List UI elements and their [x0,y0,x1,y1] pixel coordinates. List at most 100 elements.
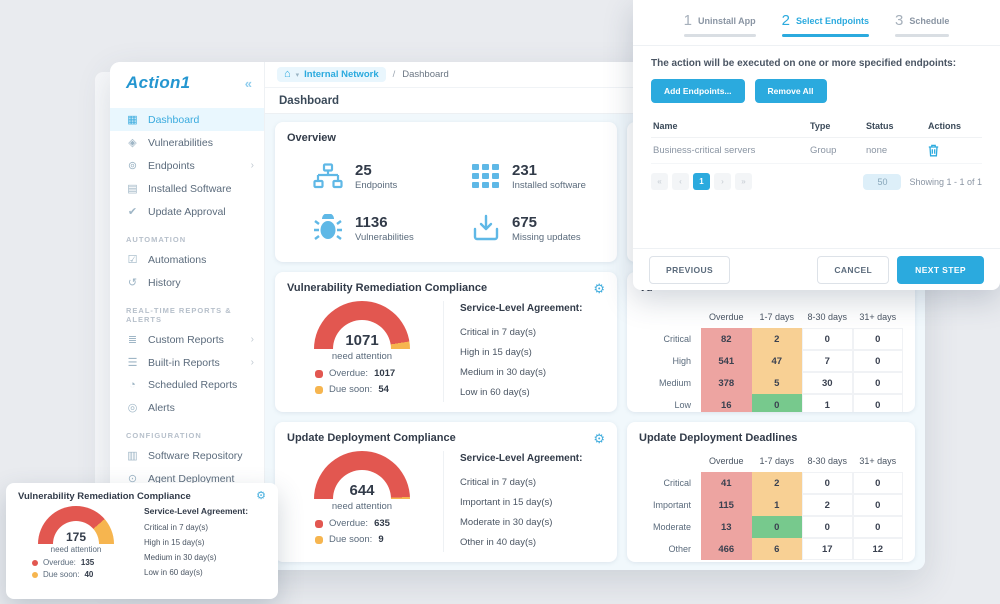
sidebar-item-dashboard[interactable]: ▦ Dashboard [110,108,264,131]
pagination-first-button[interactable]: « [651,173,668,190]
compliance-gauge: 644 [314,451,410,499]
endpoint-status: none [866,145,928,156]
row-label: Moderate [639,516,701,538]
sidebar-item-update-approval[interactable]: ✔ Update Approval [110,200,264,223]
sidebar-item-label: Endpoints [148,160,195,172]
column-header: Name [653,121,810,131]
bug-icon [313,214,343,242]
red-dot-icon [32,560,38,566]
cancel-button[interactable]: CANCEL [817,256,889,284]
sla-heading: Service-Level Agreement: [460,303,605,314]
sla-item: Low in 60 day(s) [460,382,605,402]
sidebar-item-automations[interactable]: ☑ Automations [110,248,264,271]
heatmap-cell: 0 [853,472,904,494]
sidebar-item-built-in-reports[interactable]: ☰ Built-in Reports › [110,351,264,374]
sla-item: Medium in 30 day(s) [460,362,605,382]
history-icon: ↺ [126,276,139,289]
heatmap-cell: 2 [752,328,803,350]
page-title: Dashboard [279,95,339,107]
step-number: 2 [782,12,790,29]
previous-button[interactable]: PREVIOUS [649,256,730,284]
step-select-endpoints[interactable]: 2 Select Endpoints [782,12,869,45]
legend-overdue: Overdue: 135 [32,558,94,567]
step-label: Select Endpoints [796,16,869,26]
stat-label: Missing updates [512,232,581,243]
installed-software-icon: ▤ [126,182,139,195]
step-progress-bar [895,34,949,37]
vulnerability-remediation-compliance-card: Vulnerability Remediation Compliance ⚙ 1… [275,272,617,412]
sidebar-item-label: Installed Software [148,183,231,195]
sidebar-item-history[interactable]: ↺ History [110,271,264,294]
heatmap-cell: 47 [752,350,803,372]
sidebar-section-automation: AUTOMATION [110,223,264,248]
column-header: Overdue [701,452,752,472]
legend-due-soon: Due soon: 54 [315,384,395,395]
sidebar-item-vulnerabilities[interactable]: ◈ Vulnerabilities [110,131,264,154]
heatmap-cell: 466 [701,538,752,560]
software-repository-icon: ▥ [126,449,139,462]
gear-icon[interactable]: ⚙ [593,432,605,445]
breadcrumb-location[interactable]: Internal Network [304,69,378,80]
row-label: Low [639,394,701,412]
sla-panel: Service-Level Agreement: Critical in 7 d… [443,451,605,552]
sla-item: Low in 60 day(s) [144,565,266,580]
update-deployment-deadlines-card: Update Deployment Deadlines Overdue 1-7 … [627,422,915,562]
remove-all-button[interactable]: Remove All [755,79,827,103]
next-step-button[interactable]: NEXT STEP [897,256,984,284]
heatmap-cell: 541 [701,350,752,372]
sidebar-item-label: Update Approval [148,206,226,218]
step-label: Uninstall App [698,16,756,26]
pagination: « ‹ 1 › » 50 Showing 1 - 1 of 1 [651,173,982,190]
pagination-next-button[interactable]: › [714,173,731,190]
heatmap-cell: 2 [752,472,803,494]
chevron-right-icon: › [251,160,254,171]
gauge-caption: need attention [51,545,102,554]
add-endpoints-button[interactable]: Add Endpoints... [651,79,745,103]
heatmap-cell: 1 [802,394,853,412]
sidebar-item-custom-reports[interactable]: ≣ Custom Reports › [110,328,264,351]
row-label: Critical [639,328,701,350]
delete-icon[interactable] [928,144,980,157]
sidebar-item-scheduled-reports[interactable]: ◔ Scheduled Reports [110,374,264,396]
sidebar-item-alerts[interactable]: ◎ Alerts [110,396,264,419]
stat-endpoints: 25 Endpoints [287,150,446,202]
org-selector[interactable]: ⌂ ▾ Internal Network [277,67,386,82]
pagination-last-button[interactable]: » [735,173,752,190]
gauge-value: 1071 [314,332,410,349]
column-header: 8-30 days [802,308,853,328]
step-uninstall-app[interactable]: 1 Uninstall App [684,12,756,45]
endpoints-icon: ⊚ [126,159,139,172]
update-deployment-compliance-card: Update Deployment Compliance ⚙ 644 need … [275,422,617,562]
gear-icon[interactable]: ⚙ [593,282,605,295]
heatmap-cell: 0 [752,394,803,412]
action1-logo: Action1 [126,73,190,93]
pagination-page-1-button[interactable]: 1 [693,173,710,190]
heatmap-cell: 0 [853,328,904,350]
heatmap-cell: 13 [701,516,752,538]
red-dot-icon [315,520,323,528]
update-approval-icon: ✔ [126,205,139,218]
vulnerability-deadlines-table: Overdue 1-7 days 8-30 days 31+ days Crit… [639,308,903,412]
alerts-icon: ◎ [126,401,139,414]
heatmap-cell: 0 [853,372,904,394]
heatmap-cell: 17 [802,538,853,560]
wizard-description: The action will be executed on one or mo… [651,58,982,69]
heatmap-cell: 378 [701,372,752,394]
step-schedule[interactable]: 3 Schedule [895,12,949,45]
collapse-sidebar-icon[interactable]: « [245,76,252,91]
vulnerability-deadlines-card: Vu Overdue 1-7 days 8-30 days 31+ days C… [627,272,915,412]
table-row[interactable]: Business-critical servers Group none [651,138,982,164]
gear-icon[interactable]: ⚙ [256,491,266,502]
card-title: Update Deployment Compliance [287,432,456,444]
sidebar-item-installed-software[interactable]: ▤ Installed Software [110,177,264,200]
sidebar-item-software-repository[interactable]: ▥ Software Repository [110,444,264,467]
pagination-prev-button[interactable]: ‹ [672,173,689,190]
orange-dot-icon [315,536,323,544]
heatmap-cell: 1 [752,494,803,516]
page-size-select[interactable]: 50 [863,174,901,190]
stat-label: Endpoints [355,180,397,191]
heatmap-cell: 5 [752,372,803,394]
sidebar-item-endpoints[interactable]: ⊚ Endpoints › [110,154,264,177]
sidebar-item-label: Custom Reports [148,334,224,346]
sla-panel: Service-Level Agreement: Critical in 7 d… [134,506,266,580]
